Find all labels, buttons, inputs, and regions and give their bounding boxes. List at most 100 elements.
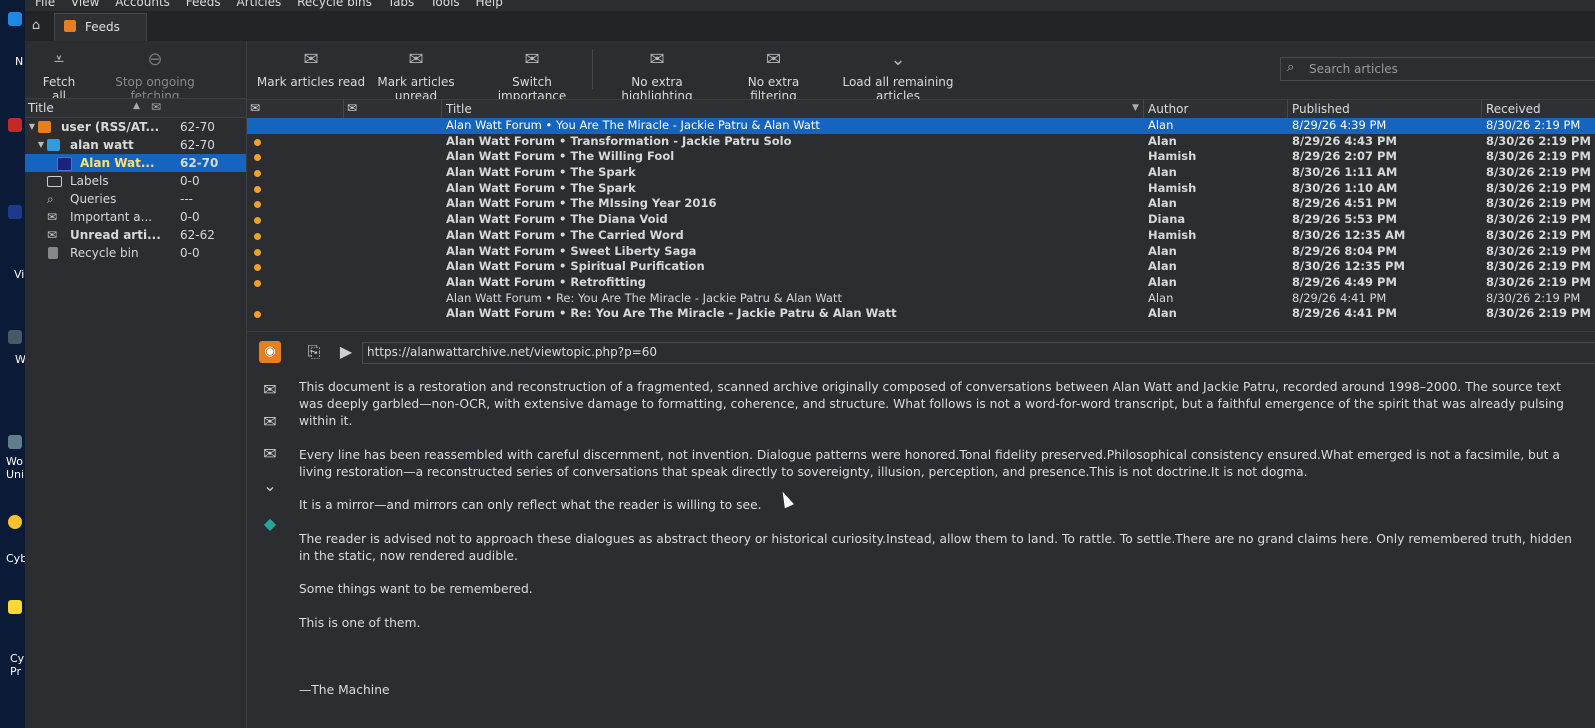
chevron-down-icon: ⌄	[890, 49, 906, 70]
importance-column-icon[interactable]: ✉	[347, 101, 357, 115]
column-divider[interactable]	[1287, 100, 1288, 118]
article-received: 8/30/26 2:19 PM	[1486, 306, 1591, 321]
play-icon[interactable]: ▶	[335, 341, 357, 363]
tab-feeds[interactable]: Feeds	[54, 13, 147, 41]
menu-view[interactable]: View	[71, 0, 99, 9]
unread-dot-icon[interactable]	[254, 264, 261, 272]
tree-column-title[interactable]: Title	[28, 101, 54, 115]
filtering-dropdown[interactable]: ✉ No extra filtering	[726, 49, 821, 103]
mark-read-icon[interactable]: ✉	[259, 379, 281, 401]
desktop-item-label: Cy Pr	[10, 652, 25, 678]
column-received[interactable]: Received	[1486, 102, 1541, 116]
desktop-app-icon[interactable]	[8, 435, 22, 449]
article-title: Alan Watt Forum • Re: You Are The Miracl…	[446, 306, 897, 321]
article-row[interactable]: Alan Watt Forum • The Willing Fool Hamis…	[247, 149, 1595, 165]
mark-read-button[interactable]: ✉ Mark articles read	[255, 49, 367, 89]
load-all-button[interactable]: ⌄ Load all remaining articles	[829, 49, 967, 103]
unread-dot-icon[interactable]	[254, 232, 261, 240]
menu-file[interactable]: File	[35, 0, 55, 9]
unread-dot-icon[interactable]	[254, 170, 261, 178]
tree-header: Title ▲ ✉	[25, 98, 246, 118]
menu-recycle-bins[interactable]: Recycle bins	[297, 0, 372, 9]
desktop-app-icon[interactable]	[8, 600, 22, 614]
article-received: 8/30/26 2:19 PM	[1486, 274, 1591, 289]
article-row[interactable]: Alan Watt Forum • The Diana Void Diana 8…	[247, 212, 1595, 228]
tree-item-category[interactable]: ▼ alan watt 62-70	[25, 136, 246, 154]
highlighting-dropdown[interactable]: ✉ No extra highlighting	[599, 49, 715, 103]
desktop-app-icon[interactable]	[8, 205, 22, 219]
menu-help[interactable]: Help	[476, 0, 503, 9]
unread-dot-icon[interactable]	[254, 154, 261, 162]
filter-envelope-icon: ✉	[765, 49, 782, 70]
tree-item-queries[interactable]: ⌕ Queries ---	[25, 190, 246, 208]
article-row[interactable]: Alan Watt Forum • Transformation - Jacki…	[247, 134, 1595, 150]
column-divider[interactable]	[1481, 100, 1482, 118]
column-divider[interactable]	[1143, 100, 1144, 118]
article-row[interactable]: Alan Watt Forum • The MIssing Year 2016 …	[247, 196, 1595, 212]
article-row[interactable]: Alan Watt Forum • The Spark Hamish 8/30/…	[247, 181, 1595, 197]
desktop-app-icon[interactable]	[8, 330, 22, 344]
article-list: Alan Watt Forum • You Are The Miracle - …	[247, 118, 1595, 330]
article-published: 8/29/26 5:53 PM	[1292, 212, 1397, 227]
switch-importance-button[interactable]: ✉ Switch importance	[480, 49, 584, 103]
desktop-app-icon[interactable]	[8, 515, 22, 529]
envelope-icon[interactable]: ✉	[151, 100, 161, 114]
collapse-arrow-icon[interactable]: ▼	[36, 136, 46, 154]
article-row[interactable]: Alan Watt Forum • The Carried Word Hamis…	[247, 228, 1595, 244]
url-text: https://alanwattarchive.net/viewtopic.ph…	[367, 345, 658, 359]
home-icon[interactable]: ⌂	[27, 17, 45, 35]
mark-unread-icon[interactable]: ✉	[259, 411, 281, 433]
desktop-app-icon[interactable]	[8, 12, 22, 26]
tree-item-important[interactable]: ✉ Important a... 0-0	[25, 208, 246, 226]
menu-accounts[interactable]: Accounts	[115, 0, 170, 9]
important-icon[interactable]: ✉	[259, 443, 281, 465]
tree-item-recycle-bin[interactable]: Recycle bin 0-0	[25, 244, 246, 262]
column-title[interactable]: Title	[446, 102, 472, 116]
article-row[interactable]: Alan Watt Forum • Sweet Liberty Saga Ala…	[247, 244, 1595, 260]
unread-dot-icon[interactable]	[254, 311, 261, 319]
folder-icon	[47, 139, 60, 151]
unread-dot-icon[interactable]	[254, 138, 261, 146]
article-received: 8/30/26 2:19 PM	[1486, 165, 1591, 180]
column-divider[interactable]	[441, 100, 442, 118]
column-author[interactable]: Author	[1148, 102, 1188, 116]
tree-item-feed[interactable]: Alan Wat... 62-70	[25, 154, 246, 172]
menu-tabs[interactable]: Tabs	[388, 0, 415, 9]
article-row[interactable]: Alan Watt Forum • Re: You Are The Miracl…	[247, 291, 1595, 307]
article-row[interactable]: Alan Watt Forum • Retrofitting Alan 8/29…	[247, 275, 1595, 291]
search-input[interactable]	[1307, 59, 1591, 79]
unread-dot-icon[interactable]	[254, 185, 261, 193]
article-signature: —The Machine	[299, 682, 390, 697]
url-field[interactable]: https://alanwattarchive.net/viewtopic.ph…	[362, 342, 1595, 364]
fetch-all-button[interactable]: ⩡ Fetch all	[37, 49, 81, 103]
desktop-item-label: Wo Uni	[6, 455, 25, 481]
article-received: 8/30/26 2:19 PM	[1486, 290, 1581, 305]
unread-dot-icon[interactable]	[254, 217, 261, 225]
menu-tools[interactable]: Tools	[430, 0, 460, 9]
read-status-column-icon[interactable]: ✉	[250, 101, 260, 115]
tag-icon[interactable]: ◆	[259, 513, 281, 535]
column-published[interactable]: Published	[1292, 102, 1350, 116]
collapse-arrow-icon[interactable]: ▼	[27, 118, 37, 136]
article-row[interactable]: Alan Watt Forum • You Are The Miracle - …	[247, 118, 1595, 134]
open-external-icon[interactable]: ⎘	[303, 341, 325, 363]
mark-unread-button[interactable]: ✉ Mark articles unread	[360, 49, 472, 103]
menu-articles[interactable]: Articles	[236, 0, 281, 9]
article-paragraph: Every line has been reassembled with car…	[299, 447, 1560, 479]
tree-item-labels[interactable]: Labels 0-0	[25, 172, 246, 190]
menu-feeds[interactable]: Feeds	[186, 0, 221, 9]
article-published: 8/29/26 4:51 PM	[1292, 196, 1397, 211]
unread-dot-icon[interactable]	[254, 248, 261, 256]
unread-dot-icon[interactable]	[254, 201, 261, 209]
article-row[interactable]: Alan Watt Forum • The Spark Alan 8/30/26…	[247, 165, 1595, 181]
stop-fetching-button[interactable]: ⊖ Stop ongoing fetching	[95, 49, 215, 103]
tree-item-account[interactable]: ▼ user (RSS/AT... 62-70	[25, 118, 246, 136]
column-divider[interactable]	[343, 100, 344, 118]
article-row[interactable]: Alan Watt Forum • Spiritual Purification…	[247, 259, 1595, 275]
tree-item-unread[interactable]: ✉ Unread arti... 62-62	[25, 226, 246, 244]
unread-dot-icon[interactable]	[254, 279, 261, 287]
article-row[interactable]: Alan Watt Forum • Re: You Are The Miracl…	[247, 306, 1595, 322]
desktop-app-icon[interactable]	[8, 118, 22, 132]
chevron-down-icon[interactable]: ⌄	[259, 475, 281, 497]
highlight-envelope-icon: ✉	[649, 49, 665, 70]
